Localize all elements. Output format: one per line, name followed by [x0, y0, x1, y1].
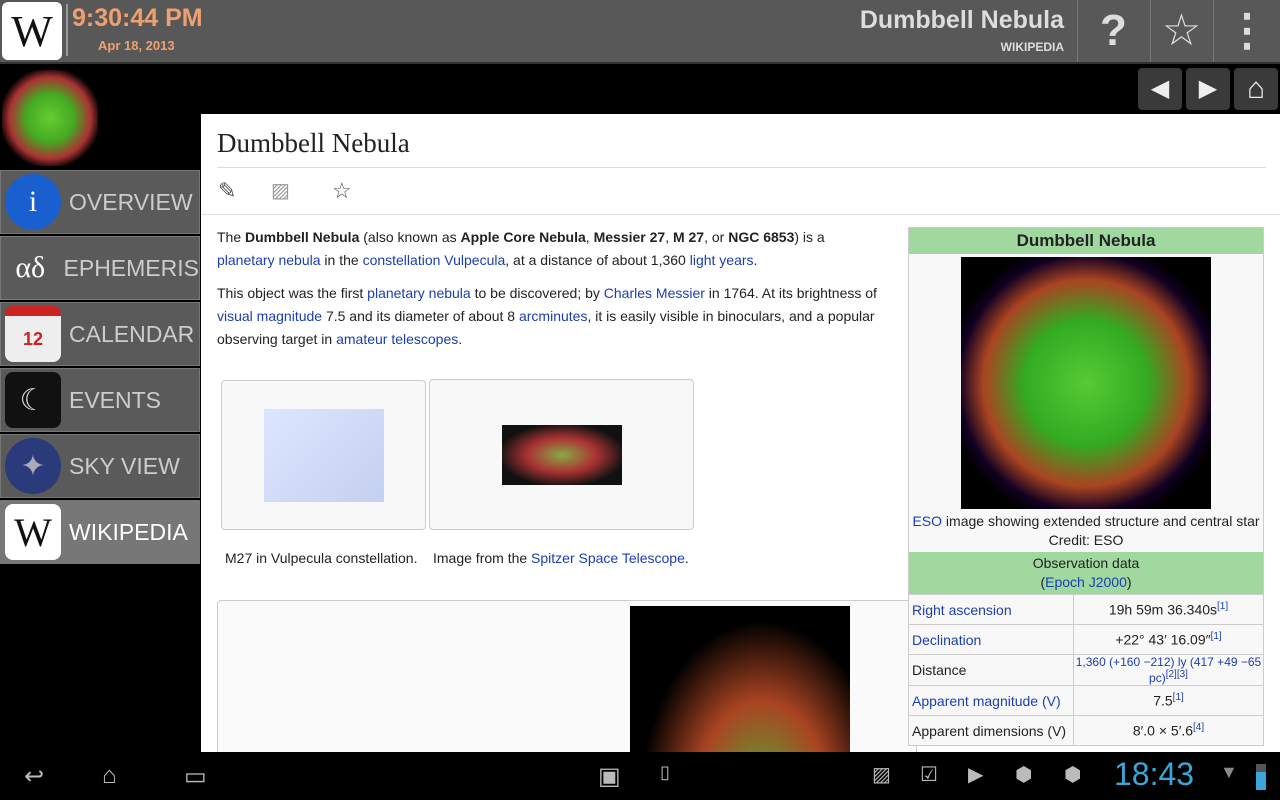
paragraph-intro: The Dumbbell Nebula (also known as Apple… — [217, 229, 825, 268]
divider — [66, 4, 68, 56]
home-nav-icon[interactable]: ⌂ — [102, 762, 117, 790]
figure-constellation-map[interactable] — [221, 380, 426, 530]
page-subtitle: WIKIPEDIA — [1000, 40, 1064, 54]
sidebar-item-label: WIKIPEDIA — [69, 518, 188, 545]
remote-app-icon[interactable]: ▯ — [660, 762, 670, 783]
home-button[interactable]: ⌂ — [1234, 68, 1278, 110]
info-icon: i — [5, 174, 61, 230]
link-amateur-telescopes[interactable]: amateur telescopes — [336, 331, 458, 347]
back-button[interactable]: ◀ — [1138, 68, 1182, 110]
infobox-title: Dumbbell Nebula — [909, 228, 1263, 254]
table-row: Apparent dimensions (V) 8′.0 × 5′.6[4] — [909, 715, 1263, 745]
sky-globe-icon: ✦ — [5, 438, 61, 494]
figure-large-image[interactable] — [217, 600, 917, 752]
package-icon[interactable]: ⬢ — [1015, 762, 1032, 787]
overflow-menu-icon[interactable]: ⋮ — [1213, 0, 1280, 62]
link-eso[interactable]: ESO — [912, 513, 942, 529]
play-store-icon[interactable]: ▶ — [968, 762, 983, 787]
infobox: Dumbbell Nebula ESO image showing extend… — [908, 227, 1264, 746]
alpha-delta-icon: αδ — [15, 251, 46, 284]
row-key-link[interactable]: Apparent magnitude (V) — [909, 686, 1074, 715]
divider — [201, 214, 1280, 215]
sidebar-item-label: OVERVIEW — [69, 188, 193, 215]
sidebar-item-wikipedia[interactable]: W WIKIPEDIA — [0, 500, 200, 564]
current-date: Apr 18, 2013 — [98, 38, 175, 53]
row-key-link[interactable]: Declination — [909, 625, 1074, 654]
link-planetary-nebula[interactable]: planetary nebula — [367, 285, 471, 301]
link-planetary-nebula[interactable]: planetary nebula — [217, 252, 321, 268]
sidebar-item-label: EPHEMERIS — [63, 254, 199, 281]
link-vulpecula[interactable]: Vulpecula — [444, 252, 505, 268]
spitzer-image — [501, 425, 622, 485]
link-light-years[interactable]: light years — [690, 252, 754, 268]
link-charles-messier[interactable]: Charles Messier — [604, 285, 705, 301]
help-icon[interactable]: ? — [1077, 0, 1149, 62]
forward-button[interactable]: ▶ — [1186, 68, 1230, 110]
sidebar-item-label: SKY VIEW — [69, 452, 180, 479]
top-bar: W 9:30:44 PM Apr 18, 2013 Dumbbell Nebul… — [0, 0, 1280, 64]
infobox-image[interactable] — [961, 257, 1211, 509]
caption-constellation: M27 in Vulpecula constellation. — [225, 550, 418, 566]
infobox-caption: ESO image showing extended structure and… — [912, 513, 1260, 548]
article-content[interactable]: Dumbbell Nebula ✎ ▨ ☆ The Dumbbell Nebul… — [201, 114, 1280, 752]
package-icon[interactable]: ⬢ — [1064, 762, 1081, 787]
figure-spitzer-image[interactable] — [429, 379, 694, 530]
link-arcminutes[interactable]: arcminutes — [519, 308, 587, 324]
calendar-icon: 12 — [5, 306, 61, 362]
page-title: Dumbbell Nebula — [859, 6, 1064, 34]
screen-icon[interactable]: ▣ — [598, 762, 621, 791]
system-bar: ↩ ⌂ ▭ ▣ ▯ ▨ ☑ ▶ ⬢ ⬢ 18:43 ▼ — [0, 752, 1280, 800]
edit-pencil-icon[interactable]: ✎ — [218, 178, 236, 204]
paragraph-history: This object was the first planetary nebu… — [217, 285, 877, 347]
table-row: Distance 1,360 (+160 −212) ly (417 +49 −6… — [909, 654, 1263, 685]
link-spitzer[interactable]: Spitzer Space Telescope — [531, 550, 685, 566]
bookmark-star-icon[interactable]: ☆ — [332, 178, 352, 204]
recent-apps-icon[interactable]: ▭ — [184, 762, 207, 791]
back-nav-icon[interactable]: ↩ — [24, 762, 44, 791]
sidebar-item-ephemeris[interactable]: αδ EPHEMERIS — [0, 236, 200, 300]
market-check-icon[interactable]: ☑ — [920, 762, 938, 787]
article-title: Dumbbell Nebula — [217, 128, 410, 158]
gallery-notification-icon[interactable]: ▨ — [872, 762, 891, 787]
table-row: Declination +22° 43′ 16.09″[1] — [909, 624, 1263, 654]
battery-icon — [1256, 764, 1266, 790]
sidebar-item-events[interactable]: ☾ EVENTS — [0, 368, 200, 432]
star-icon[interactable]: ☆ — [1150, 0, 1212, 62]
wikipedia-icon: W — [5, 504, 61, 560]
caption-spitzer: Image from the Spitzer Space Telescope. — [433, 550, 689, 566]
wikipedia-logo-button[interactable]: W — [2, 2, 62, 60]
constellation-map-image — [263, 409, 384, 502]
observation-data-header: Observation data (Epoch J2000) — [909, 552, 1263, 594]
sidebar-item-label: CALENDAR — [69, 320, 195, 347]
wifi-icon: ▼ — [1220, 762, 1238, 782]
current-time: 9:30:44 PM — [72, 4, 203, 32]
table-row: Right ascension 19h 59m 36.340s[1] — [909, 594, 1263, 624]
sidebar-item-label: EVENTS — [69, 386, 162, 413]
link-epoch[interactable]: Epoch J2000 — [1045, 574, 1127, 590]
nebula-large-image — [630, 606, 850, 752]
sidebar-item-calendar[interactable]: 12 CALENDAR — [0, 302, 200, 366]
link-visual-magnitude[interactable]: visual magnitude — [217, 308, 322, 324]
status-clock[interactable]: 18:43 — [1114, 756, 1194, 793]
sidebar-item-sky-view[interactable]: ✦ SKY VIEW — [0, 434, 200, 498]
table-row: Apparent magnitude (V) 7.5[1] — [909, 685, 1263, 715]
events-icon: ☾ — [5, 372, 61, 428]
link-constellation[interactable]: constellation — [363, 252, 441, 268]
divider — [217, 167, 1266, 168]
row-key-link[interactable]: Right ascension — [909, 595, 1074, 624]
sidebar-item-overview[interactable]: i OVERVIEW — [0, 170, 200, 234]
image-lock-icon[interactable]: ▨ — [271, 178, 290, 203]
nebula-thumbnail — [2, 70, 98, 166]
